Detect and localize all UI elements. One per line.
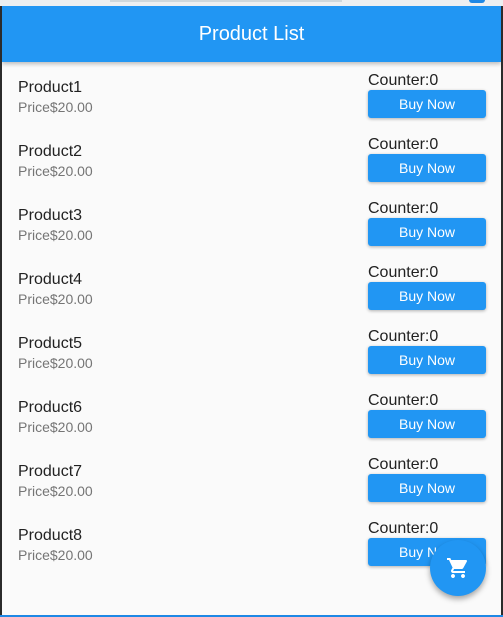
list-item: Product3 Price$20.00 Counter:0 Buy Now <box>2 190 501 254</box>
list-item: Product6 Price$20.00 Counter:0 Buy Now <box>2 382 501 446</box>
list-item: Product2 Price$20.00 Counter:0 Buy Now <box>2 126 501 190</box>
product-name: Product1 <box>18 79 83 96</box>
product-counter: Counter:0 <box>368 392 439 409</box>
buy-now-button[interactable]: Buy Now <box>368 282 486 310</box>
product-list: Product1 Price$20.00 Counter:0 Buy Now P… <box>2 62 501 574</box>
buy-now-button[interactable]: Buy Now <box>368 154 486 182</box>
buy-now-button[interactable]: Buy Now <box>368 90 486 118</box>
product-price: Price$20.00 <box>18 483 93 499</box>
list-item: Product4 Price$20.00 Counter:0 Buy Now <box>2 254 501 318</box>
list-item: Product7 Price$20.00 Counter:0 Buy Now <box>2 446 501 510</box>
product-counter: Counter:0 <box>368 264 439 281</box>
cart-fab-button[interactable] <box>430 540 486 596</box>
product-price: Price$20.00 <box>18 419 93 435</box>
product-name: Product7 <box>18 463 83 480</box>
top-strip-indicator <box>469 0 485 3</box>
product-counter: Counter:0 <box>368 456 439 473</box>
product-price: Price$20.00 <box>18 163 93 179</box>
list-item: Product8 Price$20.00 Counter:0 Buy Now <box>2 510 501 574</box>
product-name: Product2 <box>18 143 83 160</box>
list-item: Product1 Price$20.00 Counter:0 Buy Now <box>2 62 501 126</box>
product-counter: Counter:0 <box>368 328 439 345</box>
product-price: Price$20.00 <box>18 355 93 371</box>
buy-now-button[interactable]: Buy Now <box>368 346 486 374</box>
product-counter: Counter:0 <box>368 136 439 153</box>
app-bar: Product List <box>2 6 501 62</box>
product-counter: Counter:0 <box>368 200 439 217</box>
page-title: Product List <box>198 22 305 45</box>
shopping-cart-icon <box>447 558 468 578</box>
product-counter: Counter:0 <box>368 72 439 89</box>
product-counter: Counter:0 <box>368 520 439 537</box>
buy-now-button[interactable]: Buy Now <box>368 410 486 438</box>
product-name: Product5 <box>18 335 83 352</box>
top-strip-bar <box>110 0 342 2</box>
list-item: Product5 Price$20.00 Counter:0 Buy Now <box>2 318 501 382</box>
product-price: Price$20.00 <box>18 291 93 307</box>
app-window: Product List Product1 Price$20.00 Counte… <box>2 6 501 615</box>
product-price: Price$20.00 <box>18 99 93 115</box>
buy-now-button[interactable]: Buy Now <box>368 218 486 246</box>
product-name: Product4 <box>18 271 83 288</box>
product-price: Price$20.00 <box>18 547 93 563</box>
buy-now-button[interactable]: Buy Now <box>368 474 486 502</box>
product-name: Product6 <box>18 399 83 416</box>
product-name: Product8 <box>18 527 83 544</box>
product-name: Product3 <box>18 207 83 224</box>
product-price: Price$20.00 <box>18 227 93 243</box>
